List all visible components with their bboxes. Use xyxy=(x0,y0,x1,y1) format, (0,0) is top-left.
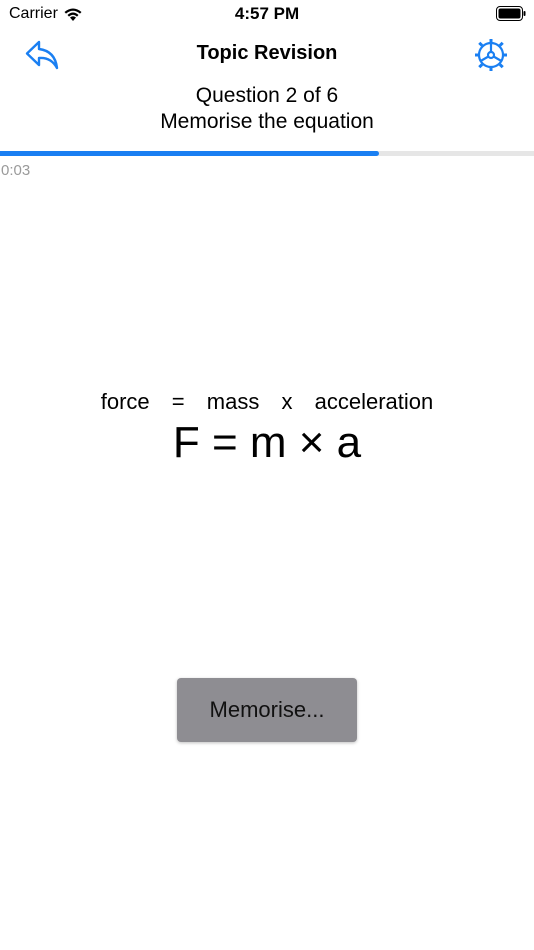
equation-word-acceleration: acceleration xyxy=(314,389,434,414)
equation-formula: F = m × a xyxy=(172,418,362,467)
memorise-button[interactable]: Memorise... xyxy=(177,678,357,742)
equation-words: force = mass x acceleration xyxy=(0,389,534,415)
progress-bar xyxy=(0,151,534,156)
question-instruction: Memorise the equation xyxy=(160,110,374,133)
timer-label: 0:03 xyxy=(1,162,31,179)
equation-word-times: x xyxy=(281,389,293,414)
page-title: Topic Revision xyxy=(196,42,338,64)
memorise-button-label: Memorise... xyxy=(209,697,325,722)
settings-button[interactable] xyxy=(474,38,508,72)
status-bar: Carrier 4:57 PM xyxy=(0,0,534,28)
equation-word-force: force xyxy=(100,389,150,414)
equation-word-mass: mass xyxy=(206,389,260,414)
progress-bar-fill xyxy=(0,151,380,156)
gear-icon xyxy=(475,39,507,71)
battery-icon xyxy=(496,6,526,21)
status-time: 4:57 PM xyxy=(234,4,300,23)
equation-word-equals: = xyxy=(171,389,185,414)
question-counter: Question 2 of 6 xyxy=(195,84,339,107)
navigation-bar: Topic Revision xyxy=(0,30,534,80)
